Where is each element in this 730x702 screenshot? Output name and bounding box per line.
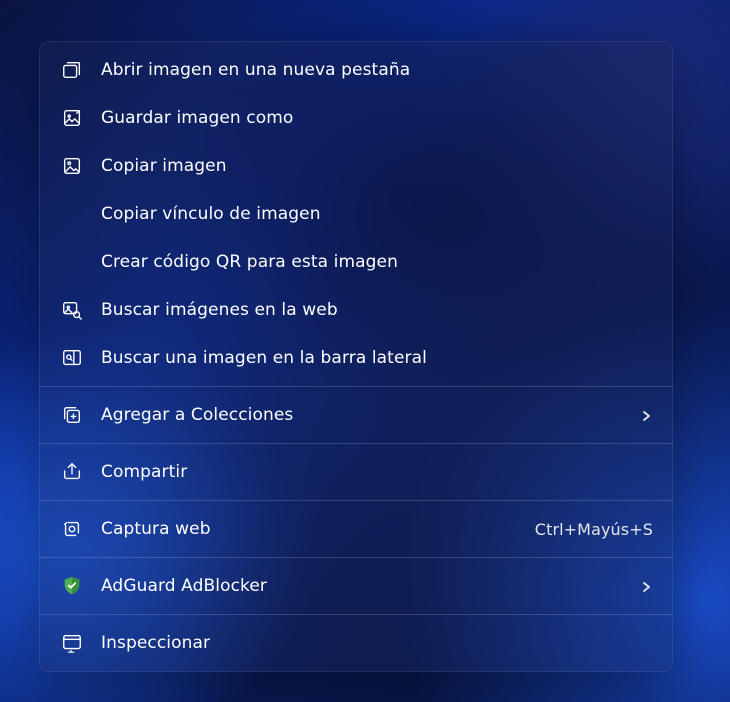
menu-item-adguard[interactable]: AdGuard AdBlocker	[39, 562, 673, 610]
menu-item-label: Captura web	[101, 519, 517, 539]
menu-item-label: Buscar imágenes en la web	[101, 300, 653, 320]
menu-item-open-image-new-tab[interactable]: Abrir imagen en una nueva pestaña	[39, 46, 673, 94]
menu-item-label: AdGuard AdBlocker	[101, 576, 621, 596]
shield-icon	[61, 575, 83, 597]
menu-item-label: Crear código QR para esta imagen	[101, 252, 653, 272]
save-image-icon	[61, 107, 83, 129]
menu-item-search-web-images[interactable]: Buscar imágenes en la web	[39, 286, 673, 334]
blank-icon	[61, 203, 83, 225]
menu-item-search-image-sidebar[interactable]: Buscar una imagen en la barra lateral	[39, 334, 673, 382]
menu-item-add-to-collections[interactable]: Agregar a Colecciones	[39, 391, 673, 439]
image-search-icon	[61, 299, 83, 321]
sidebar-search-icon	[61, 347, 83, 369]
menu-item-create-qr[interactable]: Crear código QR para esta imagen	[39, 238, 673, 286]
menu-item-inspect[interactable]: Inspeccionar	[39, 619, 673, 667]
share-icon	[61, 461, 83, 483]
menu-item-copy-image[interactable]: Copiar imagen	[39, 142, 673, 190]
menu-item-label: Copiar vínculo de imagen	[101, 204, 653, 224]
collections-add-icon	[61, 404, 83, 426]
open-new-tab-icon	[61, 59, 83, 81]
menu-item-save-image-as[interactable]: Guardar imagen como	[39, 94, 673, 142]
menu-item-label: Guardar imagen como	[101, 108, 653, 128]
menu-separator	[39, 614, 673, 615]
web-capture-icon	[61, 518, 83, 540]
menu-separator	[39, 443, 673, 444]
blank-icon	[61, 251, 83, 273]
menu-item-web-capture[interactable]: Captura web Ctrl+Mayús+S	[39, 505, 673, 553]
menu-separator	[39, 557, 673, 558]
menu-separator	[39, 500, 673, 501]
menu-separator	[39, 386, 673, 387]
inspect-icon	[61, 632, 83, 654]
copy-image-icon	[61, 155, 83, 177]
menu-item-label: Buscar una imagen en la barra lateral	[101, 348, 653, 368]
menu-item-copy-image-link[interactable]: Copiar vínculo de imagen	[39, 190, 673, 238]
menu-item-label: Copiar imagen	[101, 156, 653, 176]
menu-item-share[interactable]: Compartir	[39, 448, 673, 496]
context-menu: Abrir imagen en una nueva pestaña Guarda…	[39, 41, 673, 672]
menu-item-label: Abrir imagen en una nueva pestaña	[101, 60, 653, 80]
menu-item-label: Agregar a Colecciones	[101, 405, 621, 425]
chevron-right-icon	[639, 579, 653, 593]
menu-item-label: Compartir	[101, 462, 653, 482]
chevron-right-icon	[639, 408, 653, 422]
menu-item-label: Inspeccionar	[101, 633, 653, 653]
menu-item-accelerator: Ctrl+Mayús+S	[535, 520, 653, 539]
